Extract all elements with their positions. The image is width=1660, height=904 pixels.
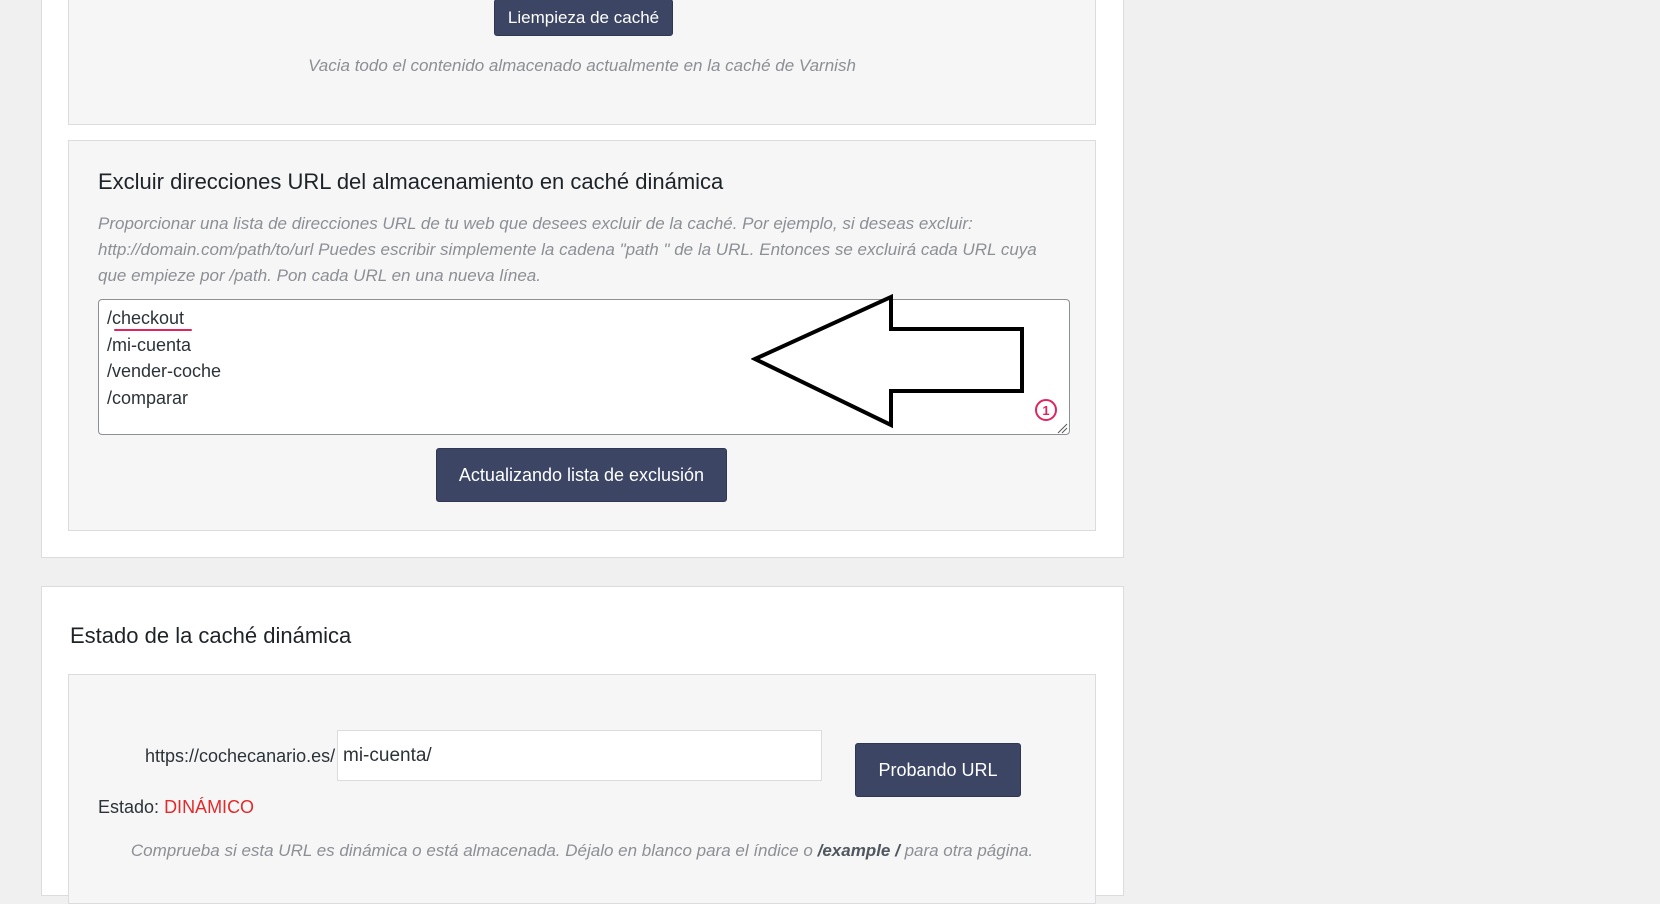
help-after: para otra página. [904, 841, 1034, 860]
annotation-number-badge: 1 [1035, 399, 1057, 421]
state-line: Estado: DINÁMICO [98, 797, 254, 818]
url-prefix-label: https://cochecanario.es/ [145, 746, 336, 766]
resize-grip-icon[interactable] [1056, 422, 1068, 434]
update-exclusion-list-button[interactable]: Actualizando lista de exclusión [436, 448, 727, 502]
url-test-input[interactable] [337, 730, 822, 781]
status-section: https://cochecanario.es/ Probando URL Es… [68, 674, 1096, 904]
help-example: /example / [817, 841, 900, 860]
status-title: Estado de la caché dinámica [70, 623, 352, 648]
state-label: Estado: [98, 797, 160, 817]
annotation-number: 1 [1042, 402, 1050, 418]
test-url-button[interactable]: Probando URL [855, 743, 1021, 797]
status-help-text: Comprueba si esta URL es dinámica o está… [69, 841, 1095, 861]
exclude-title: Excluir direcciones URL del almacenamien… [98, 169, 724, 194]
help-before: Comprueba si esta URL es dinámica o está… [130, 841, 813, 860]
purge-section: Liempieza de caché Vacia todo el conteni… [68, 0, 1096, 125]
exclude-section: Excluir direcciones URL del almacenamien… [68, 140, 1096, 531]
exclude-description: Proporcionar una lista de direcciones UR… [98, 214, 1037, 285]
purge-cache-button[interactable]: Liempieza de caché [494, 0, 673, 36]
pointer-arrow-icon [751, 293, 1024, 429]
purge-description: Vacia todo el contenido almacenado actua… [308, 56, 856, 75]
state-value: DINÁMICO [164, 797, 255, 817]
spellcheck-underline [114, 329, 192, 331]
